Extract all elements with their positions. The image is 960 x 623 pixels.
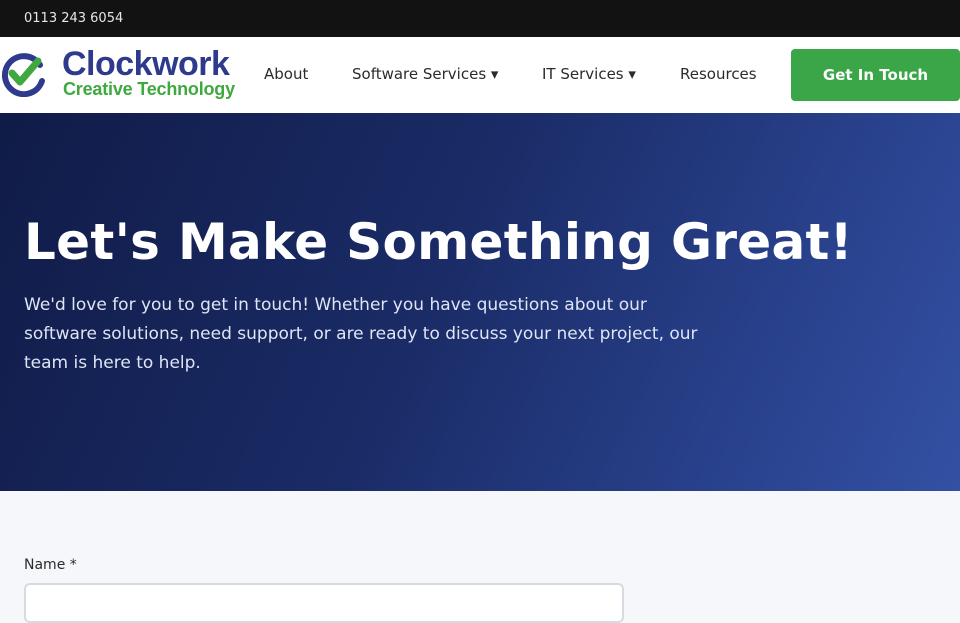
nav-item-it-services[interactable]: IT Services ▾	[542, 65, 636, 83]
top-bar: 0113 243 6054	[0, 0, 960, 37]
hero-section: Let's Make Something Great! We'd love fo…	[0, 113, 960, 491]
logo[interactable]: Clockwork Creative Technology	[0, 37, 240, 113]
get-in-touch-button[interactable]: Get In Touch	[791, 49, 960, 101]
hero-text: We'd love for you to get in touch! Wheth…	[24, 295, 698, 373]
name-label: Name *	[24, 557, 77, 573]
nav-item-about[interactable]: About	[264, 65, 308, 83]
phone-number[interactable]: 0113 243 6054	[24, 11, 123, 26]
logo-brand: Clockwork	[62, 45, 230, 83]
name-input[interactable]	[24, 583, 624, 623]
contact-form: Name *	[0, 491, 960, 623]
logo-tagline: Creative Technology	[63, 79, 235, 99]
nav-item-resources[interactable]: Resources	[680, 65, 757, 83]
hero-title: Let's Make Something Great!	[24, 213, 853, 271]
checkmark-logo-icon	[1, 53, 45, 97]
main-nav: Clockwork Creative Technology About Soft…	[0, 37, 960, 113]
nav-item-software-services[interactable]: Software Services ▾	[352, 65, 498, 83]
